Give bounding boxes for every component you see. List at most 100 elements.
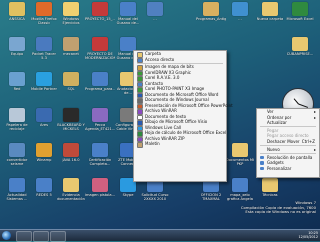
desktop-icon-label: convertidor seisme — [6, 158, 28, 166]
desktop-icon-label: Técnicas — [262, 193, 278, 197]
desktop-icon[interactable]: Mozilla Firefox Classic — [29, 2, 59, 38]
desktop-icon-label: Windows Ejercicios — [62, 17, 80, 25]
context-menu-item[interactable]: Actualizar — [257, 120, 319, 126]
desktop-icon[interactable]: Programas_Antiguos — [196, 2, 226, 38]
new-menu-item-label: Hoja de cálculo de Microsoft Office Exce… — [145, 130, 227, 136]
desktop-icon[interactable]: Actualidad Sistemas ... — [2, 178, 32, 214]
desktop-icon[interactable]: PROYECTO DE MODERNIZACIÓN — [85, 37, 115, 73]
desktop-icon[interactable]: JAVA 16.0 — [56, 143, 86, 179]
desktop[interactable]: ANSSICA Mozilla Firefox Classic Windows Ej… — [0, 0, 320, 229]
desktop-icon-image — [92, 2, 108, 16]
context-menu-item-label: Personalizar — [267, 165, 292, 171]
context-menu-item-label: Gadgets — [267, 160, 284, 166]
desktop-icon[interactable]: ... — [225, 2, 255, 38]
desktop-icon[interactable]: Skype — [113, 178, 143, 214]
desktop-icon-image — [203, 2, 219, 16]
desktop-icon[interactable]: Documentos Mi PKP — [225, 143, 255, 179]
new-menu-item-label: Imagen de mapa de bits — [145, 64, 194, 70]
desktop-icon[interactable]: Mobile Partner — [29, 72, 59, 108]
desktop-icon-label: Programas_Antiguos — [196, 17, 226, 21]
context-menu-item[interactable]: Deshacer Mover Ctrl+Z — [257, 139, 319, 145]
desktop-icon-image — [9, 37, 25, 51]
desktop-icon-image — [63, 72, 79, 86]
desktop-icon[interactable]: Winamp — [29, 143, 59, 179]
desktop-icon-image — [92, 108, 108, 122]
new-menu-item-label: Presentación de Microsoft Office PowerPo… — [145, 102, 233, 108]
desktop-icon[interactable]: PROYECTO_15_... — [85, 2, 115, 38]
taskbar-ie-button[interactable] — [16, 231, 32, 242]
desktop-icon[interactable]: Papelera de reciclaje — [2, 108, 32, 144]
context-menu-item-label: Resolución de pantalla — [267, 154, 313, 160]
desktop-icon-label: Actualidad Sistemas ... — [6, 193, 28, 201]
desktop-icon[interactable]: ... — [140, 2, 170, 38]
desktop-icon-label: ... — [153, 17, 157, 21]
context-menu-item-label: Pegar acceso directo — [267, 133, 309, 139]
submenu-arrow-icon: ▸ — [313, 146, 316, 152]
desktop-icon[interactable]: Red — [2, 72, 32, 108]
desktop-icon-label: REDES 5 — [36, 193, 52, 197]
desktop-icon-label: Solicitud Curso 2XXXX 2010 — [141, 193, 169, 201]
new-menu-item[interactable]: Acceso directo — [134, 57, 226, 63]
taskbar-explorer-button[interactable] — [33, 231, 49, 242]
desktop-icon[interactable]: REDES 5 — [29, 178, 59, 214]
desktop-icon[interactable]: Nueva carpeta — [255, 2, 285, 38]
desktop-icon[interactable]: Windows Ejercicios — [56, 2, 86, 38]
desktop-icon-label: Equipo — [10, 52, 24, 56]
desktop-icon-label: Documentos Mi PKP — [226, 158, 254, 166]
windows-watermark: Windows 7 Compilación Copia de evaluació… — [241, 201, 316, 215]
desktop-icon-image — [9, 2, 25, 16]
desktop-icon[interactable]: imagen pistola... — [85, 178, 115, 214]
desktop-icon[interactable]: Equipo — [2, 37, 32, 73]
new-menu-item-label: Documento de texto — [145, 113, 187, 119]
desktop-icon[interactable]: Ares — [29, 108, 59, 144]
desktop-icon-label: SQL — [67, 87, 75, 91]
new-menu-item-label: Dibujo de Microsoft Office Visio — [145, 119, 208, 125]
context-menu-item-label: Ordenar por — [267, 114, 292, 120]
desktop-icon[interactable]: Evidencia documentación — [56, 178, 86, 214]
watermark-line-3: Esta copia de Windows no es original — [245, 209, 316, 215]
desktop-icon[interactable]: CUBANPRISE... — [285, 37, 315, 73]
desktop-icon[interactable]: Solicitud Curso 2XXXX 2010 — [140, 178, 170, 214]
desktop-icon[interactable]: Certificación Completa... — [85, 143, 115, 179]
desktop-icon-image — [232, 143, 248, 157]
desktop-icon[interactable]: Programa_para... — [85, 72, 115, 108]
desktop-icon-image — [9, 143, 25, 157]
desktop-icon-image — [36, 72, 52, 86]
desktop-icon[interactable]: Pecca Agenda_ET421... — [85, 108, 115, 144]
new-submenu: Carpeta Acceso directo Imagen de mapa de b… — [133, 50, 233, 182]
taskbar-media-button[interactable] — [50, 231, 66, 242]
context-menu-item-label: Ver — [267, 109, 274, 114]
new-menu-item-label: Archivo WinRAR ZIP — [145, 135, 185, 141]
new-menu-item-label: Archivo WinRAR — [145, 108, 177, 114]
desktop-icon-label: imagen pistola... — [85, 193, 115, 197]
new-menu-item[interactable]: Maletín — [134, 141, 226, 148]
desktop-icon-image — [262, 178, 278, 192]
new-menu-item-label: Maletín — [145, 141, 160, 147]
start-button[interactable] — [2, 231, 11, 240]
desktop-icon-label: mecanet — [63, 52, 79, 56]
new-menu-item-label: Carpeta — [145, 51, 161, 56]
desktop-icon[interactable]: convertidor seisme — [2, 143, 32, 179]
desktop-icon[interactable]: OFFICIÓN 2 TMAXMAL — [196, 178, 226, 214]
desktop-icon-label: Manual del Gusano de... — [116, 17, 140, 25]
context-menu-item-icon — [260, 155, 264, 160]
system-tray[interactable]: 10:25 12/05/2012 — [298, 231, 318, 239]
desktop-icon[interactable]: Microsoft Excel — [285, 2, 315, 38]
desktop-icon-label: Papelera de reciclaje — [6, 123, 28, 131]
desktop-icon[interactable]: mecanet — [56, 37, 86, 73]
desktop-icon-label: Microsoft Excel — [286, 17, 314, 21]
desktop-icon-image — [92, 143, 108, 157]
desktop-icon-image — [262, 2, 278, 16]
desktop-icon[interactable]: ANSSICA — [2, 2, 32, 38]
desktop-icon[interactable]: Packet Tracer 5.3 — [29, 37, 59, 73]
desktop-icon-image — [36, 2, 52, 16]
context-menu-item[interactable]: Nuevo ▸ — [257, 147, 319, 153]
desktop-icon[interactable]: BLACKBEARD Y MICKELS — [56, 108, 86, 144]
desktop-icon-image — [92, 72, 108, 86]
desktop-icon-image — [36, 37, 52, 51]
desktop-icon[interactable]: SQL — [56, 72, 86, 108]
context-menu-item-icon — [260, 161, 264, 165]
context-menu-item[interactable]: Personalizar — [257, 166, 319, 172]
desktop-icon[interactable]: Manual del Gusano de... — [113, 2, 143, 38]
desktop-icon-image — [9, 72, 25, 86]
